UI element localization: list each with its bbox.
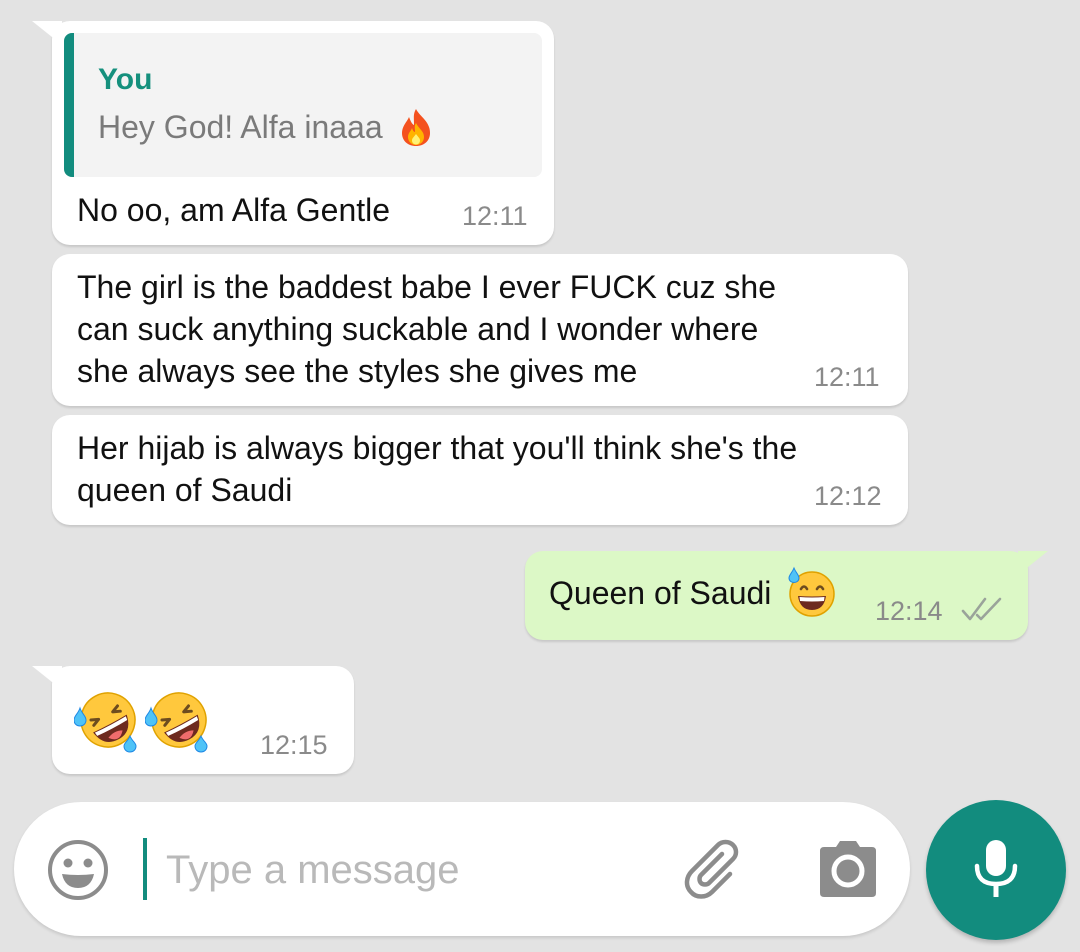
message-text-line-1: Her hijab is always bigger that you'll t… bbox=[77, 430, 798, 466]
double-check-icon bbox=[961, 597, 1002, 621]
message-bubble-5[interactable]: 12:15 bbox=[32, 666, 354, 774]
message-time: 12:15 bbox=[260, 730, 328, 760]
message-text-line-1: The girl is the baddest babe I ever FUCK… bbox=[77, 269, 777, 305]
rolling-on-floor-laughing-emoji bbox=[145, 692, 208, 753]
bubble-tail bbox=[1018, 551, 1048, 575]
message-text-line: Queen of Saudi bbox=[549, 566, 838, 618]
message-text: Queen of Saudi bbox=[549, 575, 772, 611]
message-time: 12:12 bbox=[814, 481, 882, 511]
fire-emoji bbox=[401, 108, 430, 146]
grinning-sweat-emoji bbox=[788, 566, 836, 617]
quoted-reply[interactable]: You Hey God! Alfa inaaa bbox=[64, 33, 542, 177]
message-time: 12:11 bbox=[814, 362, 880, 392]
camera-icon[interactable] bbox=[816, 839, 880, 899]
message-time: 12:11 bbox=[462, 201, 528, 231]
quote-text-line: Hey God! Alfa inaaa bbox=[98, 108, 434, 147]
message-bubble-4[interactable]: Queen of Saudi 12:14 bbox=[525, 551, 1048, 640]
bubble-tail bbox=[32, 666, 62, 690]
microphone-button[interactable] bbox=[926, 800, 1066, 940]
message-bubble-1[interactable]: You Hey God! Alfa inaaa No oo, am Alfa G… bbox=[32, 21, 554, 245]
quote-accent-bar bbox=[64, 33, 74, 177]
message-bubble-3[interactable]: Her hijab is always bigger that you'll t… bbox=[52, 415, 908, 525]
message-bubble-2[interactable]: The girl is the baddest babe I ever FUCK… bbox=[52, 254, 908, 406]
message-text-line-2: queen of Saudi bbox=[77, 472, 293, 508]
paperclip-icon[interactable] bbox=[682, 834, 752, 904]
microphone-icon bbox=[974, 840, 1018, 897]
message-input-bar bbox=[14, 802, 910, 936]
message-time: 12:14 bbox=[875, 596, 943, 626]
smiley-icon[interactable] bbox=[46, 838, 110, 902]
rolling-on-floor-laughing-emoji bbox=[74, 692, 137, 753]
text-cursor bbox=[143, 838, 147, 900]
bubble-tail bbox=[32, 21, 62, 45]
quote-author: You bbox=[98, 63, 153, 96]
message-text: No oo, am Alfa Gentle bbox=[77, 192, 391, 228]
quote-text: Hey God! Alfa inaaa bbox=[98, 109, 383, 145]
message-input[interactable] bbox=[154, 840, 686, 900]
message-text-line-3: she always see the styles she gives me bbox=[77, 353, 638, 389]
message-text-line-2: can suck anything suckable and I wonder … bbox=[77, 311, 759, 347]
